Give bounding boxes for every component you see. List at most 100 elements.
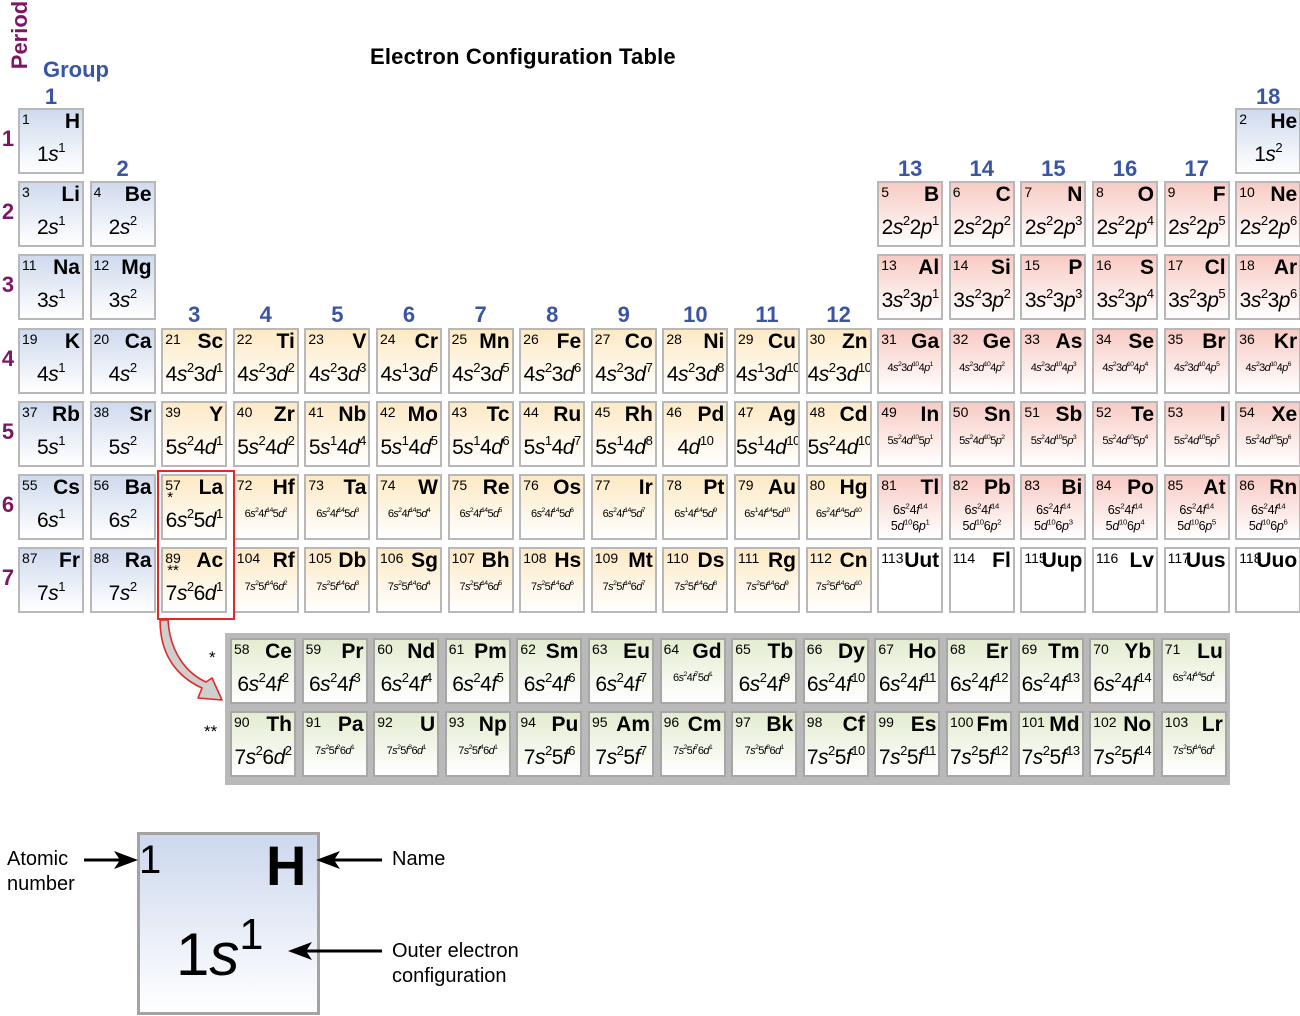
legend-label-config: Outer electron configuration (392, 939, 519, 989)
electron-configuration: 5s24d2 (237, 432, 295, 459)
electron-configuration: 5s24d105p4 (1102, 434, 1148, 447)
element-symbol: Ga (911, 329, 940, 353)
element-cell-sn: 50 Sn 5s24d105p2 (948, 400, 1015, 467)
element-cell-cm: 96 Cm 7s25f76d1 (659, 711, 726, 777)
electron-configuration: 7s25f36d1 (386, 744, 427, 757)
atomic-number: 47 (738, 403, 754, 420)
electron-configuration: 6s24f145d1 (1172, 671, 1216, 684)
element-cell-md: 101 Md 7s25f13 (1017, 711, 1084, 777)
element-symbol: Fr (59, 549, 80, 573)
element-symbol: Sm (545, 640, 579, 663)
electron-configuration: 6s24f2 (237, 669, 289, 696)
electron-configuration: 3s23p1 (881, 286, 940, 313)
atomic-number: 64 (663, 641, 680, 657)
electron-configuration: 6s24f14 5d106p5 (1177, 501, 1216, 533)
atomic-number: 109 (594, 550, 619, 567)
electron-configuration: 6s14f145d9 (674, 507, 717, 520)
element-symbol: Sn (983, 402, 1011, 426)
atomic-number: 85 (1167, 477, 1184, 493)
element-symbol: K (64, 329, 80, 353)
element-symbol: Yb (1124, 640, 1152, 663)
element-cell-te: 52 Te 5s24d105p4 (1092, 400, 1158, 467)
period-number: 3 (1, 272, 15, 298)
electron-configuration: 7s25f146d1 (1172, 744, 1216, 757)
period-number: 2 (1, 199, 15, 225)
element-cell-co: 27 Co 4s23d7 (590, 327, 657, 394)
element-symbol: Sb (1055, 402, 1083, 426)
atomic-number: 75 (451, 477, 468, 493)
atomic-number: 25 (451, 330, 468, 347)
element-cell-al: 13 Al 3s23p1 (877, 254, 944, 321)
element-symbol: Cl (1204, 256, 1226, 280)
electron-configuration: 4s23d8 (666, 359, 725, 386)
atomic-number: 8 (1096, 184, 1104, 201)
element-symbol: Li (61, 183, 80, 207)
atomic-number: 68 (950, 641, 966, 657)
element-symbol: Ho (908, 640, 937, 663)
atomic-number: 18 (1239, 257, 1255, 274)
group-number: 15 (1041, 156, 1066, 181)
element-symbol: Zn (841, 329, 868, 353)
electron-configuration: 4s13d10 (736, 359, 800, 386)
atomic-number: 108 (523, 550, 547, 567)
electron-configuration: 7s25f146d6 (531, 580, 574, 594)
element-symbol: Rn (1269, 476, 1298, 499)
electron-configuration: 5s24d105p1 (887, 434, 934, 447)
element-symbol: Pb (983, 476, 1011, 499)
element-cell-uus: 117 Uus (1163, 547, 1230, 614)
element-symbol: Bi (1061, 476, 1083, 499)
element-symbol: Sc (197, 329, 224, 353)
electron-configuration: 5s1 (37, 432, 65, 459)
element-cell-br: 35 Br 4s23d104p5 (1163, 327, 1230, 394)
element-symbol: He (1270, 110, 1298, 133)
element-symbol: Fe (556, 329, 582, 353)
atomic-number: 34 (1096, 330, 1112, 347)
group-number: 4 (259, 302, 272, 327)
electron-configuration: 5s14d6 (452, 432, 510, 459)
electron-configuration: 7s25f14 (1093, 742, 1152, 769)
element-symbol: Ti (276, 329, 295, 353)
element-symbol: Lv (1129, 549, 1154, 573)
element-cell-ir: 77 Ir 6s24f145d7 (590, 474, 657, 540)
element-symbol: Be (124, 183, 152, 207)
electron-configuration: 7s25f10 (806, 742, 865, 769)
element-symbol: Ca (124, 329, 152, 353)
atomic-number: 48 (809, 403, 826, 420)
electron-configuration: 4s23d5 (452, 359, 510, 386)
atomic-number: 74 (380, 477, 396, 493)
electron-configuration: 2s2 (108, 213, 137, 240)
group-number: 8 (546, 302, 559, 327)
electron-configuration: 4s1 (37, 359, 65, 386)
element-cell-rn: 86 Rn 6s24f14 5d106p6 (1235, 474, 1300, 540)
element-cell-fl: 114 Fl (948, 547, 1015, 614)
element-cell-po: 84 Po 6s24f14 5d106p4 (1092, 474, 1158, 540)
element-symbol: Tb (767, 640, 794, 663)
element-cell-lr: 103 Lr 7s25f146d1 (1160, 711, 1227, 777)
element-symbol: Na (53, 256, 80, 280)
element-cell-i: 53 I 5s24d105p5 (1163, 400, 1230, 467)
atomic-number: 11 (22, 257, 37, 274)
element-cell-ho: 67 Ho 6s24f11 (874, 638, 941, 704)
atomic-number: 106 (380, 550, 404, 567)
element-cell-cl: 17 Cl 3s23p5 (1163, 254, 1230, 321)
element-symbol: N (1067, 183, 1083, 207)
group-number: 6 (402, 302, 416, 327)
element-cell-uuo: 118 Uuo (1235, 547, 1300, 614)
electron-configuration: 5s24d105p5 (1173, 434, 1220, 447)
element-symbol: Gd (692, 640, 722, 663)
element-cell-ru: 44 Ru 5s14d7 (519, 400, 586, 467)
element-symbol: Rb (52, 402, 80, 426)
element-cell-mo: 42 Mo 5s14d5 (376, 400, 442, 467)
element-cell-re: 75 Re 6s24f145d5 (447, 474, 514, 540)
electron-configuration: 7s25f26d1 (315, 744, 355, 757)
atomic-number: 2 (1239, 111, 1247, 127)
element-symbol: O (1137, 183, 1154, 207)
atomic-number: 13 (881, 257, 897, 274)
arrow-left-icon (316, 851, 382, 869)
element-cell-cu: 29 Cu 4s13d10 (734, 327, 800, 394)
element-cell-bk: 97 Bk 7s25f86d1 (731, 711, 798, 777)
atomic-number: 35 (1167, 330, 1184, 347)
element-symbol: Y (209, 402, 224, 426)
electron-configuration: 5s14d7 (523, 432, 582, 459)
electron-configuration: 7s25f13 (1021, 742, 1080, 769)
